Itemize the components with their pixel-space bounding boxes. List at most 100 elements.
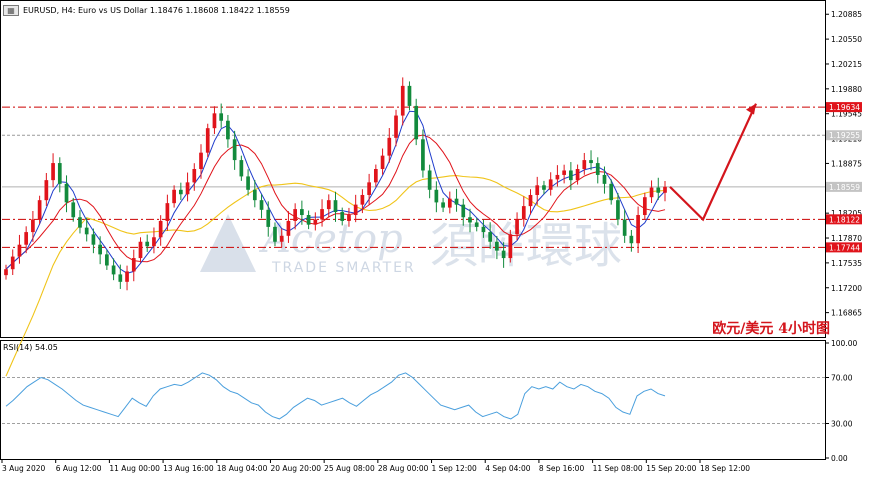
- x-tick-label: 11 Aug 00:00: [109, 464, 160, 473]
- candle-body: [569, 170, 573, 181]
- x-tick-label: 1 Sep 12:00: [432, 464, 478, 473]
- candle-body: [508, 234, 513, 259]
- price-levels: [2, 106, 825, 248]
- candle-body: [642, 197, 647, 216]
- candle-body: [461, 204, 466, 218]
- candle-body: [158, 220, 163, 238]
- candle-body: [219, 113, 224, 121]
- forecast-path: [669, 103, 758, 222]
- candle-body: [273, 226, 277, 242]
- candle-body: [172, 189, 176, 204]
- candle-body: [84, 227, 89, 235]
- candle-body: [501, 250, 506, 259]
- chart-title: ▦ EURUSD, H4: Euro vs US Dollar 1.18476 …: [3, 3, 290, 17]
- candle-body: [152, 237, 156, 247]
- candle-body: [286, 220, 291, 236]
- candle-body: [656, 187, 661, 193]
- rsi-label: RSI(14) 54.05: [3, 343, 58, 352]
- candle-body: [468, 217, 472, 223]
- candle-body: [622, 219, 627, 236]
- candle-body: [266, 209, 271, 227]
- candle-body: [441, 202, 445, 208]
- watermark: AcetopTRADE SMARTER 須眸環球: [200, 214, 622, 276]
- candle-body: [98, 244, 102, 255]
- candle-body: [555, 174, 560, 180]
- candle-body: [78, 217, 82, 228]
- candle-body: [360, 194, 365, 205]
- candle-body: [118, 274, 123, 282]
- candle-body: [313, 219, 318, 225]
- candle-body: [91, 234, 96, 245]
- level-price-label: 1.17744: [829, 243, 860, 252]
- candle-body: [326, 200, 331, 210]
- rsi-line: [5, 372, 666, 420]
- level-price-label: 1.19255: [829, 131, 860, 140]
- candle-body: [582, 160, 587, 169]
- level-price-label: 1.18122: [829, 215, 860, 224]
- x-tick-label: 3 Aug 2020: [2, 464, 45, 473]
- candle-body: [279, 235, 284, 242]
- candle-body: [185, 182, 190, 195]
- rsi-y-tick-label: 0.00: [831, 454, 848, 463]
- candle-body: [145, 241, 150, 247]
- candle-body: [44, 180, 49, 201]
- candle-body: [138, 241, 143, 259]
- y-tick-label: 1.17535: [831, 259, 862, 268]
- candle-body: [300, 209, 304, 216]
- price-axis: 1.208851.205501.202151.198801.195451.192…: [825, 10, 862, 318]
- candle-body: [205, 128, 210, 153]
- candle-body: [474, 222, 479, 227]
- time-axis: 3 Aug 2020 6 Aug 12:00 11 Aug 00:00 13 Aug …: [1, 460, 750, 473]
- candle-body: [17, 244, 22, 257]
- candle-body: [31, 219, 35, 233]
- candle-body: [24, 232, 29, 245]
- candle-body: [333, 200, 338, 213]
- candle-body: [192, 169, 197, 183]
- candle-body: [616, 200, 620, 220]
- candle-body: [178, 189, 183, 195]
- x-tick-label: 6 Aug 12:00: [56, 464, 102, 473]
- candle-body: [562, 170, 566, 175]
- watermark-tagline: TRADE SMARTER: [271, 260, 416, 276]
- candle-body: [105, 254, 109, 266]
- candle-body: [629, 235, 634, 244]
- candle-body: [347, 215, 351, 221]
- x-tick-label: 20 Aug 20:00: [270, 464, 321, 473]
- y-tick-label: 1.16865: [831, 309, 862, 318]
- candle-body: [232, 139, 237, 161]
- candle-body: [454, 198, 459, 205]
- candle-body: [353, 204, 358, 216]
- rsi-pane-frame: [0, 340, 826, 460]
- candle-body: [226, 120, 230, 140]
- x-tick-label: 4 Sep 04:00: [485, 464, 531, 473]
- candle-body: [131, 258, 136, 272]
- candle-body: [252, 189, 257, 201]
- level-price-label: 1.19634: [829, 103, 860, 112]
- candle-body: [542, 185, 546, 190]
- candle-body: [306, 215, 311, 225]
- y-tick-label: 1.20885: [831, 10, 862, 19]
- rsi-panel: 100.00 70.00 30.00 0.00: [2, 339, 857, 463]
- candle-body: [400, 85, 405, 116]
- price-chart[interactable]: AcetopTRADE SMARTER 須眸環球 1.20885 1.20550 1.…: [0, 0, 870, 477]
- candle-body: [407, 85, 412, 106]
- candle-body: [447, 198, 452, 208]
- candle-body: [340, 212, 345, 221]
- candle-body: [293, 209, 298, 221]
- forecast-arrow: [669, 103, 758, 222]
- rsi-y-tick-label: 70.00: [831, 374, 853, 383]
- y-tick-label: 1.17870: [831, 234, 862, 243]
- y-tick-label: 1.20550: [831, 35, 862, 44]
- candle-body: [609, 183, 614, 201]
- candle-body: [589, 160, 593, 164]
- candle-body: [380, 155, 385, 169]
- candle-body: [495, 241, 499, 251]
- symbol-line: EURUSD, H4: Euro vs US Dollar 1.18476 1.…: [23, 5, 290, 15]
- candle-body: [10, 256, 15, 270]
- x-tick-label: 11 Sep 08:00: [593, 464, 643, 473]
- candle-body: [421, 139, 425, 171]
- chart-annotation: 欧元/美元 4小时图: [712, 321, 830, 337]
- candle-body: [246, 176, 250, 190]
- candle-body: [199, 152, 203, 169]
- chart-window-icon[interactable]: ▦: [3, 4, 19, 16]
